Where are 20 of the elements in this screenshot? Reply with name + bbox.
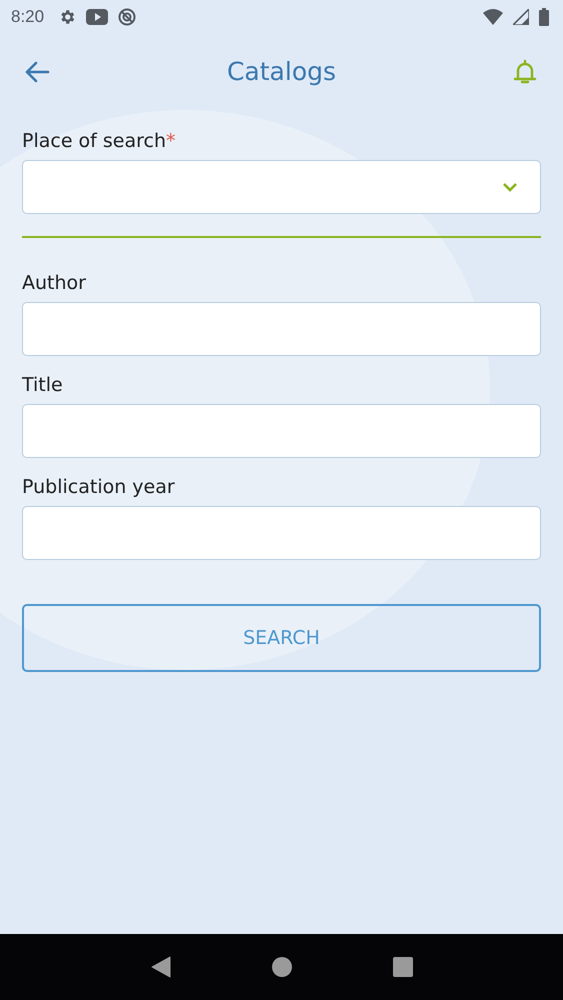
page-title: Catalogs [226, 57, 336, 86]
video-play-icon [86, 8, 108, 24]
input-field[interactable] [22, 302, 541, 356]
recents-square-icon[interactable] [392, 957, 412, 977]
signal-icon [513, 8, 529, 24]
status-time: 8:20 [11, 6, 44, 26]
blocked-circle-icon [118, 8, 136, 26]
input-field[interactable] [22, 404, 541, 458]
search-button[interactable]: SEARCH [22, 604, 541, 672]
field-label: Publication year [22, 476, 176, 498]
field-label: Place of search* [22, 130, 177, 152]
chevron-down-icon [502, 182, 518, 192]
home-circle-icon[interactable] [272, 957, 292, 977]
back-triangle-icon[interactable] [150, 956, 170, 978]
battery-icon [539, 8, 549, 26]
dropdown-field[interactable] [22, 160, 541, 214]
field-label: Title [22, 374, 64, 396]
wifi-icon [483, 8, 503, 24]
input-field[interactable] [22, 506, 541, 560]
field-label: Author [22, 272, 87, 294]
